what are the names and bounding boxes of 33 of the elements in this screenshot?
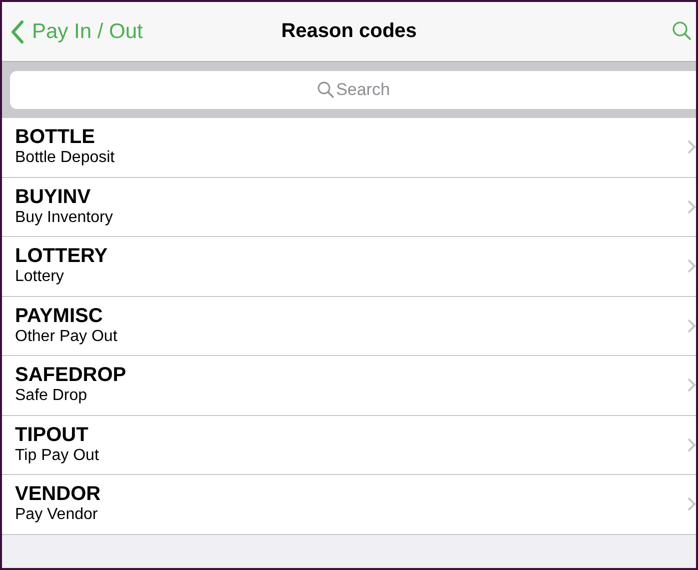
chevron-icon: [687, 436, 696, 453]
reason-description: Other Pay Out: [15, 326, 118, 347]
chevron-icon: [687, 318, 696, 334]
reason-code: SAFEDROP: [15, 364, 126, 386]
reason-description: Bottle Deposit: [15, 148, 115, 168]
reason-row[interactable]: BOTTLE Bottle Deposit: [2, 118, 696, 178]
reason-description: Lottery: [15, 267, 65, 288]
reason-row[interactable]: LOTTERY Lottery: [2, 237, 696, 296]
reason-row[interactable]: BUYINV Buy Inventory: [2, 178, 696, 237]
reason-description: Tip Pay Out: [15, 446, 99, 466]
chevron-icon: [10, 20, 24, 44]
reason-row[interactable]: VENDOR Pay Vendor: [2, 475, 696, 534]
reason-row[interactable]: TIPOUT Tip Pay Out: [2, 416, 696, 475]
search-icon[interactable]: [672, 20, 692, 42]
reason-row[interactable]: PAYMISC Other Pay Out: [2, 296, 696, 356]
chevron-icon: [687, 258, 696, 274]
chevron-icon: [687, 198, 696, 215]
reason-row[interactable]: SAFEDROP Safe Drop: [2, 356, 696, 416]
chevron-icon: [687, 139, 696, 156]
chevron-icon: [687, 377, 696, 394]
reason-description: Pay Vendor: [15, 505, 99, 526]
reason-description: Buy Inventory: [15, 208, 113, 228]
reason-code: BOTTLE: [15, 126, 96, 148]
reason-code: LOTTERY: [15, 245, 108, 268]
screen-title: Reason codes: [280, 20, 418, 43]
chevron-icon: [687, 496, 696, 512]
reason-description: Safe Drop: [15, 386, 88, 406]
reason-code: VENDOR: [15, 483, 101, 506]
search-icon: [317, 81, 335, 99]
reason-code: PAYMISC: [15, 304, 104, 327]
reason-code: BUYINV: [15, 186, 92, 208]
reason-code: TIPOUT: [15, 424, 90, 446]
search-field[interactable]: Search: [10, 71, 696, 109]
